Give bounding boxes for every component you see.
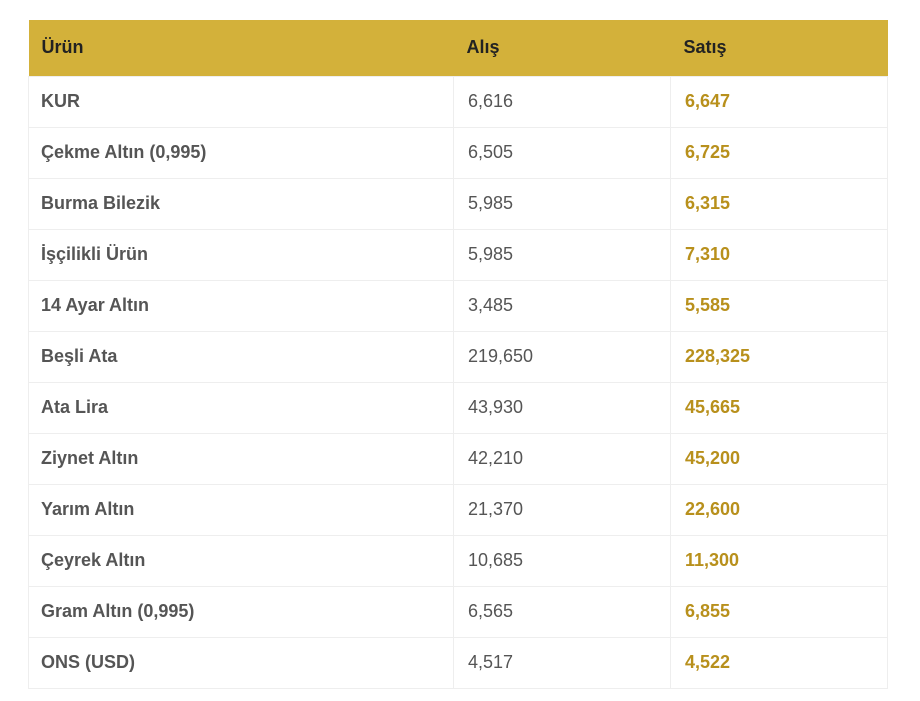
- product-name: 14 Ayar Altın: [28, 279, 454, 332]
- buy-price: 5,985: [453, 177, 671, 230]
- table-row: Yarım Altın 21,370 22,600: [28, 483, 888, 536]
- product-name: Çeyrek Altın: [28, 534, 454, 587]
- buy-price: 4,517: [453, 636, 671, 689]
- product-name: Beşli Ata: [28, 330, 454, 383]
- header-sell: Satış: [683, 37, 727, 58]
- table-row: Burma Bilezik 5,985 6,315: [28, 177, 888, 230]
- table-row: Çekme Altın (0,995) 6,505 6,725: [28, 126, 888, 179]
- product-name: ONS (USD): [28, 636, 454, 689]
- table-row: Ata Lira 43,930 45,665: [28, 381, 888, 434]
- product-name: Ata Lira: [28, 381, 454, 434]
- table-row: Ziynet Altın 42,210 45,200: [28, 432, 888, 485]
- gold-price-table-container: Ürün Alış Satış KUR 6,616 6,647 Çekme Al…: [28, 20, 888, 689]
- sell-price: 45,665: [670, 381, 888, 434]
- product-name: Burma Bilezik: [28, 177, 454, 230]
- buy-price: 5,985: [453, 228, 671, 281]
- buy-price: 43,930: [453, 381, 671, 434]
- table-row: ONS (USD) 4,517 4,522: [28, 636, 888, 689]
- table-row: İşçilikli Ürün 5,985 7,310: [28, 228, 888, 281]
- buy-price: 10,685: [453, 534, 671, 587]
- sell-price: 22,600: [670, 483, 888, 536]
- sell-price: 7,310: [670, 228, 888, 281]
- table-row: KUR 6,616 6,647: [28, 75, 888, 128]
- sell-price: 6,647: [670, 75, 888, 128]
- product-name: Çekme Altın (0,995): [28, 126, 454, 179]
- product-name: KUR: [28, 75, 454, 128]
- table-row: Gram Altın (0,995) 6,565 6,855: [28, 585, 888, 638]
- sell-price: 11,300: [670, 534, 888, 587]
- buy-price: 219,650: [453, 330, 671, 383]
- product-name: İşçilikli Ürün: [28, 228, 454, 281]
- sell-price: 4,522: [670, 636, 888, 689]
- header-buy: Alış: [466, 37, 500, 58]
- sell-price: 6,315: [670, 177, 888, 230]
- gold-price-table: Ürün Alış Satış KUR 6,616 6,647 Çekme Al…: [28, 20, 888, 689]
- sell-price: 6,725: [670, 126, 888, 179]
- sell-price: 5,585: [670, 279, 888, 332]
- product-name: Yarım Altın: [28, 483, 454, 536]
- buy-price: 42,210: [453, 432, 671, 485]
- sell-price: 45,200: [670, 432, 888, 485]
- buy-price: 21,370: [453, 483, 671, 536]
- buy-price: 6,505: [453, 126, 671, 179]
- product-name: Ziynet Altın: [28, 432, 454, 485]
- sell-price: 228,325: [670, 330, 888, 383]
- table-row: Çeyrek Altın 10,685 11,300: [28, 534, 888, 587]
- buy-price: 3,485: [453, 279, 671, 332]
- table-row: 14 Ayar Altın 3,485 5,585: [28, 279, 888, 332]
- header-product: Ürün: [41, 37, 84, 58]
- buy-price: 6,616: [453, 75, 671, 128]
- buy-price: 6,565: [453, 585, 671, 638]
- table-header-row: Ürün Alış Satış: [28, 20, 888, 76]
- product-name: Gram Altın (0,995): [28, 585, 454, 638]
- sell-price: 6,855: [670, 585, 888, 638]
- table-row: Beşli Ata 219,650 228,325: [28, 330, 888, 383]
